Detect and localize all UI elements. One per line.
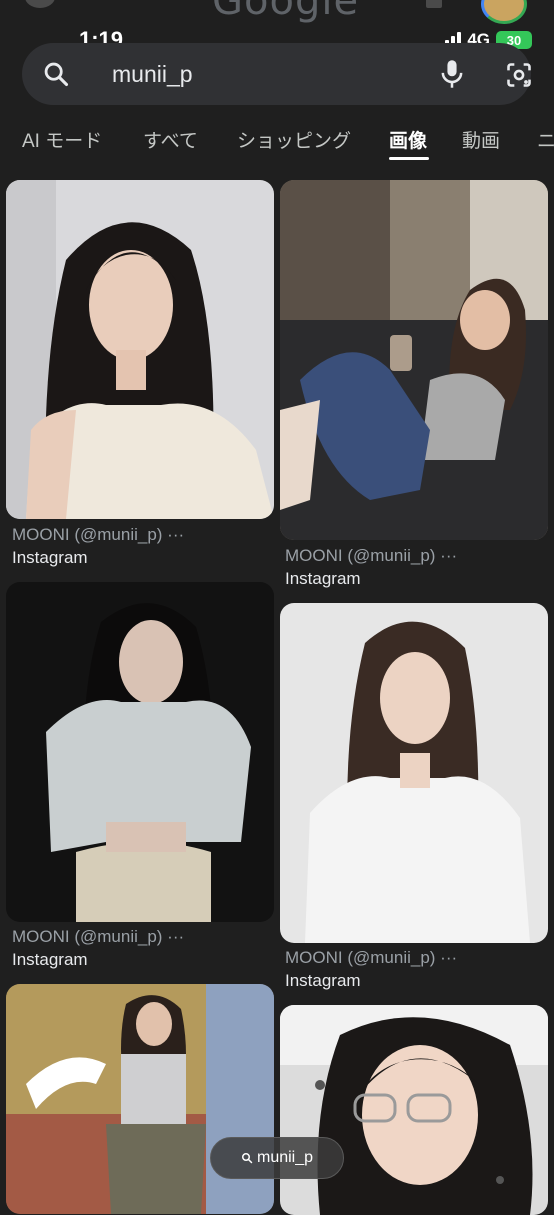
tab-all[interactable]: すべて — [143, 126, 198, 153]
tab-videos[interactable]: 動画 — [462, 126, 500, 153]
search-bar[interactable]: munii_p — [22, 43, 531, 105]
result-title[interactable]: MOONI (@munii_p) ··· — [12, 525, 184, 545]
result-image-4[interactable] — [280, 603, 548, 943]
search-query[interactable]: munii_p — [112, 61, 193, 88]
search-tabs: AI モード すべて ショッピング 画像 動画 ニ — [0, 122, 554, 162]
result-image-1[interactable] — [6, 180, 274, 519]
result-title[interactable]: MOONI (@munii_p) ··· — [285, 948, 457, 968]
result-title[interactable]: MOONI (@munii_p) ··· — [285, 546, 457, 566]
floating-chip-label: munii_p — [256, 1149, 314, 1166]
result-source[interactable]: Instagram — [285, 971, 361, 991]
street-photo — [6, 984, 274, 1214]
microphone-icon[interactable] — [438, 58, 466, 90]
account-icon[interactable] — [25, 0, 55, 8]
notification-bell-icon[interactable] — [426, 0, 442, 8]
result-source[interactable]: Instagram — [12, 548, 88, 568]
portrait-photo — [6, 582, 274, 922]
portrait-photo — [6, 180, 274, 519]
profile-avatar[interactable] — [481, 0, 527, 24]
result-image-6[interactable] — [280, 1005, 548, 1215]
tab-shopping[interactable]: ショッピング — [237, 126, 351, 153]
result-image-5[interactable] — [6, 984, 274, 1214]
active-tab-indicator — [389, 157, 429, 160]
google-lens-icon[interactable] — [505, 61, 533, 89]
google-logo: Google — [212, 0, 360, 24]
result-title[interactable]: MOONI (@munii_p) ··· — [12, 927, 184, 947]
result-image-2[interactable] — [280, 180, 548, 540]
portrait-photo — [280, 603, 548, 943]
tab-images[interactable]: 画像 — [389, 126, 427, 153]
search-icon[interactable] — [42, 60, 70, 88]
search-icon — [241, 1153, 253, 1164]
result-source[interactable]: Instagram — [12, 950, 88, 970]
result-image-3[interactable] — [6, 582, 274, 922]
tab-ai-mode[interactable]: AI モード — [22, 126, 102, 153]
result-source[interactable]: Instagram — [285, 569, 361, 589]
selfie-photo — [280, 1005, 548, 1215]
tab-news[interactable]: ニ — [537, 126, 554, 153]
floating-search-chip[interactable]: munii_p — [210, 1137, 344, 1179]
seated-photo — [280, 180, 548, 540]
